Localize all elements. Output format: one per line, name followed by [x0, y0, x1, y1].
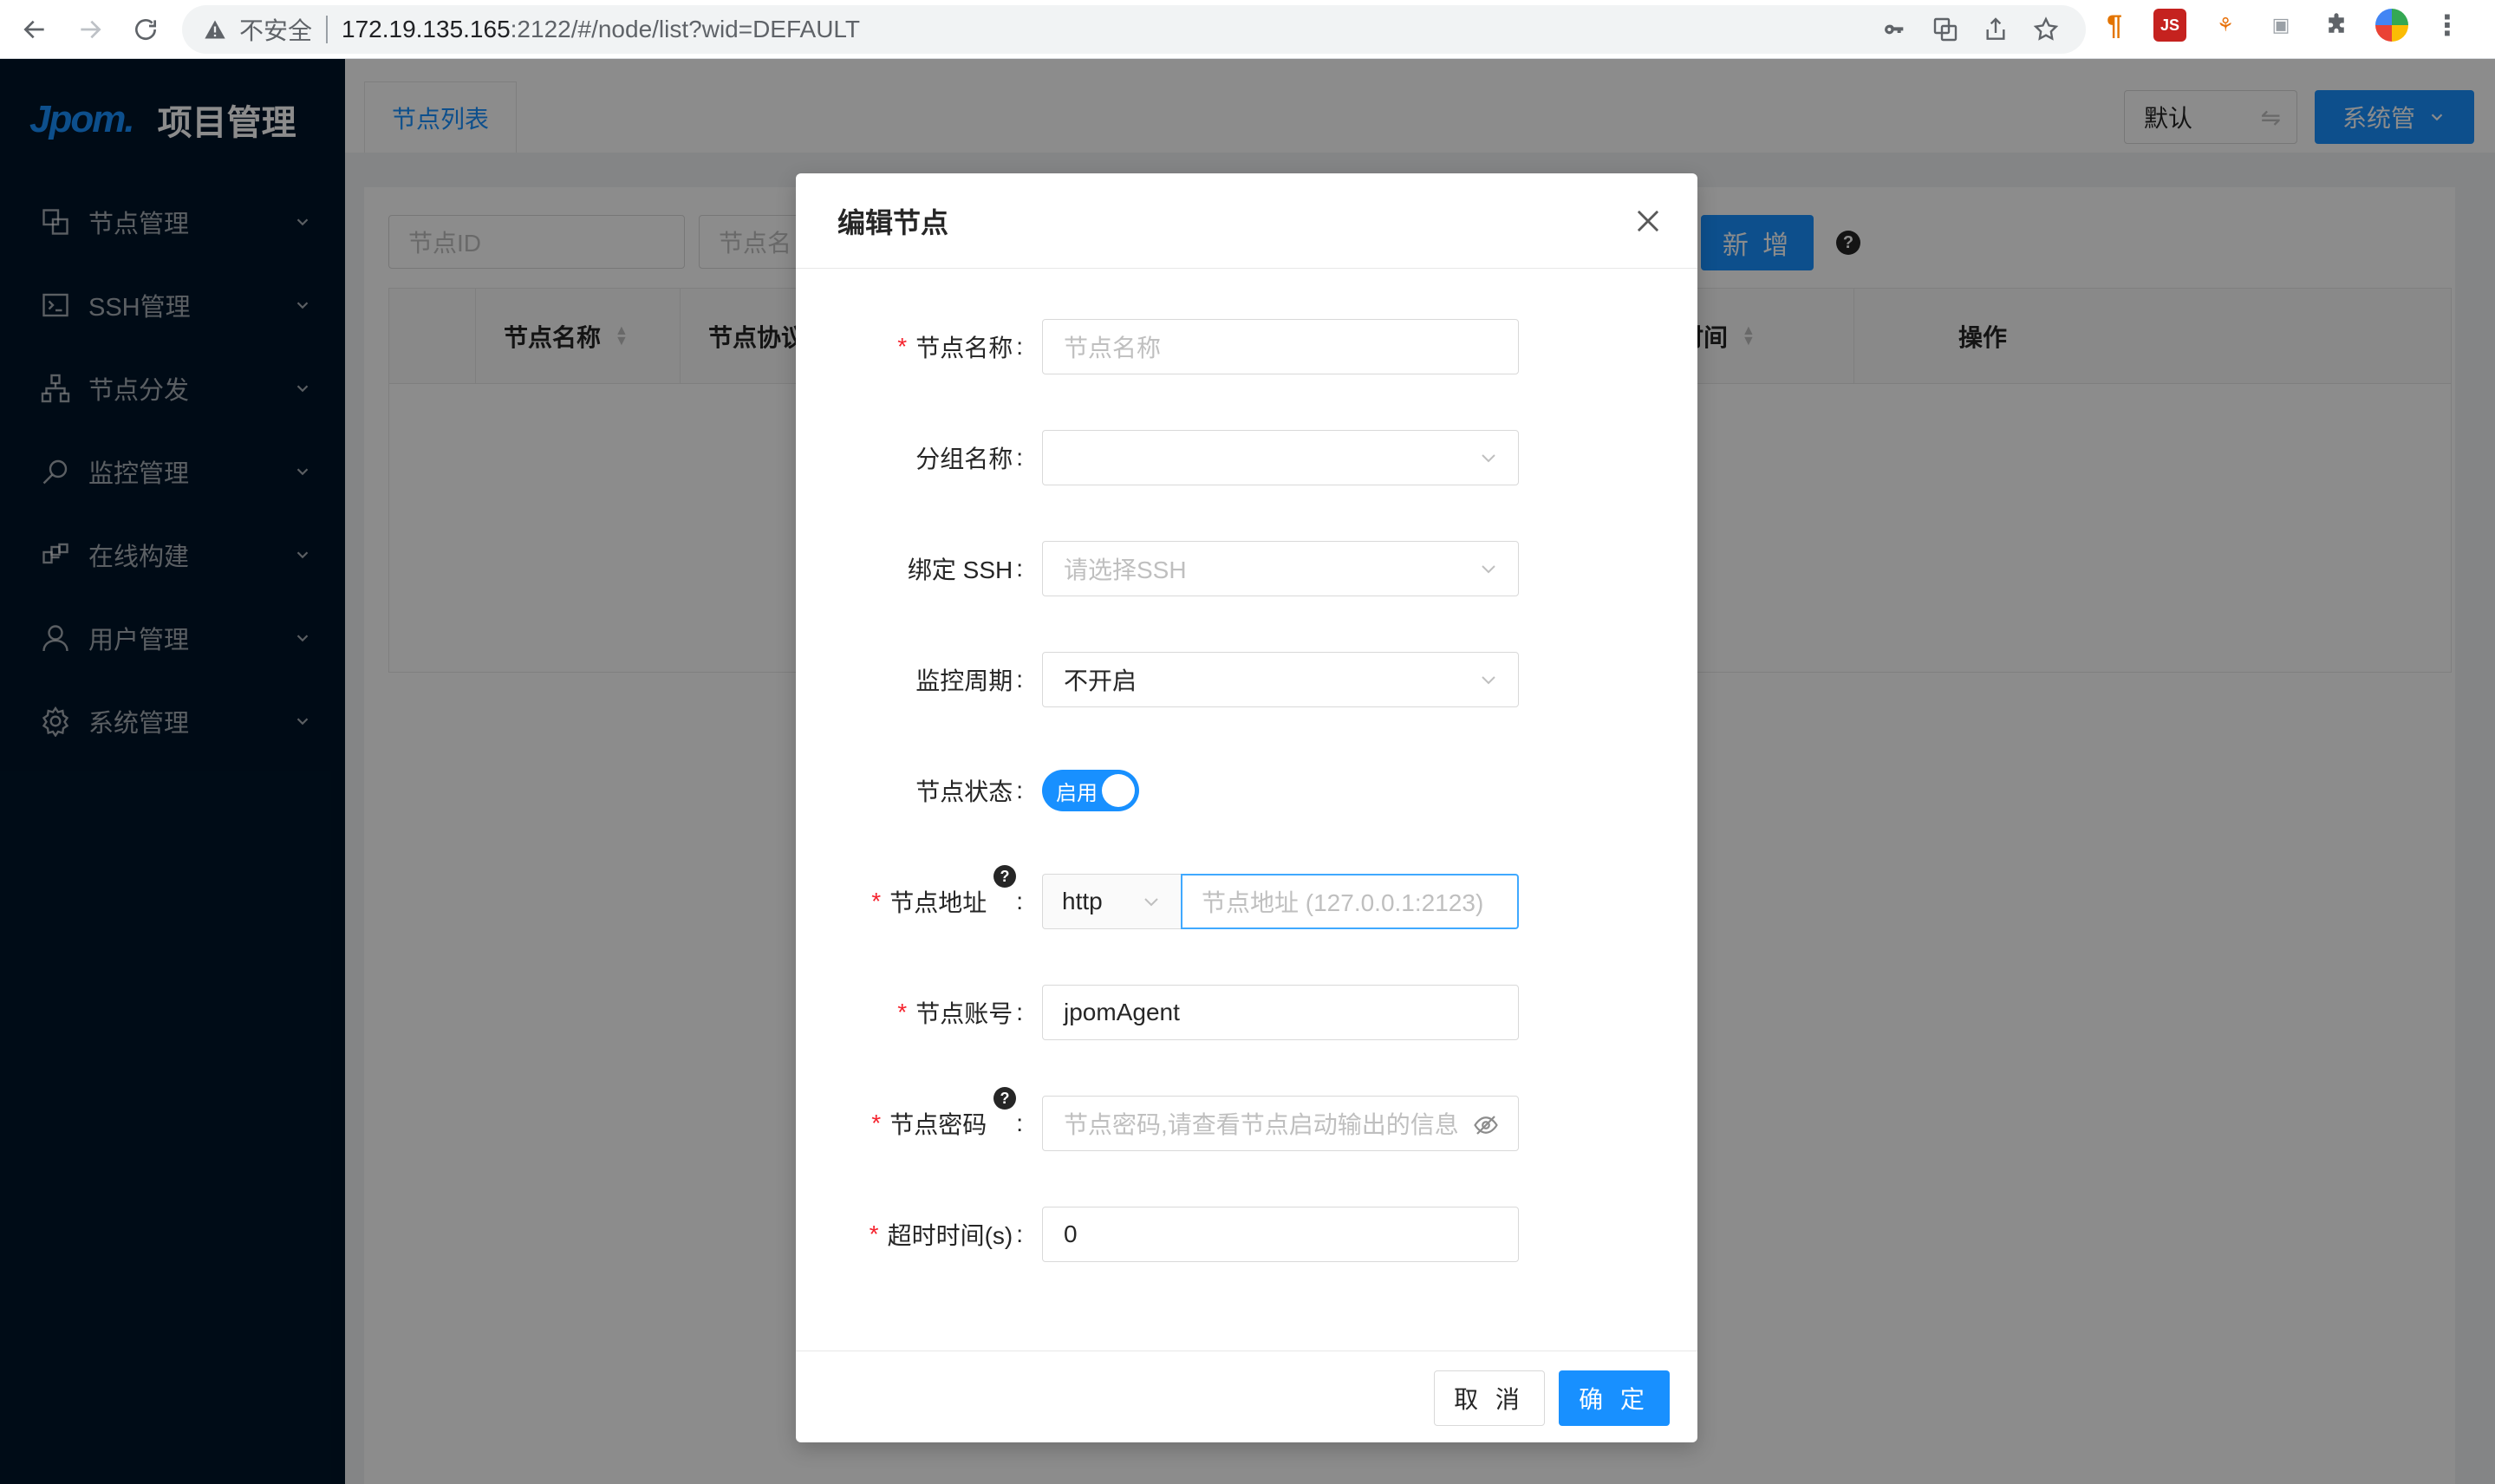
form-row-group: 分组名称 : [796, 430, 1697, 485]
modal-title: 编辑节点 [837, 206, 949, 238]
node-address-input[interactable]: 节点地址 (127.0.0.1:2123) [1181, 874, 1519, 929]
back-icon[interactable] [9, 3, 61, 55]
close-icon[interactable] [1632, 205, 1664, 238]
timeout-input[interactable]: 0 [1042, 1207, 1519, 1262]
help-icon[interactable]: ? [993, 865, 1016, 888]
form-row-ssh: 绑定 SSH : 请选择SSH [796, 541, 1697, 596]
label-colon: : [1016, 555, 1023, 582]
label-text: 分组名称 [915, 446, 1013, 472]
required-mark: * [871, 888, 882, 914]
required-mark: * [897, 999, 908, 1025]
profile-avatar[interactable] [2375, 9, 2408, 42]
label-colon: : [1016, 333, 1023, 360]
required-mark: * [869, 1220, 879, 1247]
form-row-password: * 节点密码 : ? 节点密码,请查看节点启动输出的信息 [796, 1087, 1697, 1151]
chevron-down-icon [1144, 898, 1158, 907]
label-text: 超时时间(s) [887, 1222, 1013, 1249]
label-colon: : [1016, 666, 1023, 693]
status-toggle[interactable]: 启用 [1042, 770, 1139, 811]
browser-toolbar: 不安全 172.19.135.165 :2122/#/node/list?wid… [0, 0, 2495, 59]
form-label: 监控周期 : [915, 652, 1023, 707]
ssh-placeholder: 请选择SSH [1064, 556, 1187, 583]
chevron-down-icon [1482, 676, 1495, 685]
url-host: 172.19.135.165 [342, 16, 511, 42]
js-ext-icon[interactable]: JS [2153, 9, 2186, 42]
label-text: 节点状态 [915, 778, 1013, 805]
chevron-down-icon [1482, 565, 1495, 574]
label-colon: : [1016, 999, 1023, 1025]
ssh-select[interactable]: 请选择SSH [1042, 541, 1519, 596]
required-mark: * [871, 1110, 882, 1136]
toggle-knob [1102, 774, 1135, 807]
form-label: * 节点账号 : [897, 985, 1023, 1040]
warning-icon [205, 20, 225, 39]
cycle-value: 不开启 [1064, 667, 1137, 694]
modal-header: 编辑节点 [796, 173, 1697, 269]
form-row-name: * 节点名称 : 节点名称 [796, 319, 1697, 374]
cancel-button[interactable]: 取 消 [1434, 1370, 1545, 1426]
label-text: 节点地址 [889, 889, 987, 916]
reload-icon[interactable] [120, 3, 172, 55]
label-colon: : [1016, 888, 1023, 914]
form-label: 绑定 SSH : [908, 541, 1023, 596]
divider [326, 16, 329, 43]
star-icon[interactable] [2032, 16, 2060, 43]
edit-node-modal: 编辑节点 * 节点名称 : 节点名称 分组名称 : 绑定 SSH : 请选择SS… [796, 173, 1697, 1442]
form-row-address: * 节点地址 : ? http 节点地址 (127.0.0.1:2123) [796, 865, 1697, 929]
more-icon[interactable]: ⋮ [2431, 9, 2464, 42]
label-colon: : [1016, 1110, 1023, 1136]
form-label: 分组名称 : [915, 430, 1023, 485]
monitor-cycle-select[interactable]: 不开启 [1042, 652, 1519, 707]
required-mark: * [897, 333, 908, 360]
form-label: * 超时时间(s) : [870, 1207, 1023, 1262]
label-colon: : [1016, 777, 1023, 804]
form-row-account: * 节点账号 : jpomAgent [796, 985, 1697, 1040]
tree-ext-icon[interactable]: ⚘ [2209, 9, 2242, 42]
extensions-area: ¶ JS ⚘ ▣ ⋮ [2098, 9, 2464, 42]
label-text: 监控周期 [915, 667, 1013, 694]
label-text: 节点账号 [915, 1000, 1013, 1027]
key-icon[interactable] [1881, 16, 1909, 43]
protocol-value: http [1062, 888, 1103, 914]
paragraph-ext-icon[interactable]: ¶ [2098, 9, 2131, 42]
group-select[interactable] [1042, 430, 1519, 485]
label-text: 绑定 SSH [907, 556, 1013, 583]
node-account-input[interactable]: jpomAgent [1042, 985, 1519, 1040]
password-placeholder: 节点密码,请查看节点启动输出的信息 [1064, 1111, 1459, 1138]
box-ext-icon[interactable]: ▣ [2264, 9, 2297, 42]
protocol-select[interactable]: http [1042, 874, 1181, 929]
form-row-cycle: 监控周期 : 不开启 [796, 652, 1697, 707]
puzzle-icon[interactable] [2320, 9, 2353, 42]
chevron-down-icon [1482, 454, 1495, 463]
label-colon: : [1016, 1220, 1023, 1247]
form-label: * 节点名称 : [897, 319, 1023, 374]
help-icon[interactable]: ? [993, 1087, 1016, 1110]
address-bar[interactable]: 不安全 172.19.135.165 :2122/#/node/list?wid… [182, 5, 2086, 54]
share-icon[interactable] [1982, 16, 2010, 43]
label-colon: : [1016, 444, 1023, 471]
label-text: 节点名称 [915, 335, 1013, 361]
eye-invisible-icon[interactable] [1473, 1112, 1499, 1138]
form-row-timeout: * 超时时间(s) : 0 [796, 1207, 1697, 1262]
form-label: 节点状态 : [915, 763, 1023, 818]
form-row-status: 节点状态 : 启用 [796, 763, 1697, 818]
insecure-label: 不安全 [239, 17, 313, 44]
node-name-input[interactable]: 节点名称 [1042, 319, 1519, 374]
confirm-button[interactable]: 确 定 [1559, 1370, 1670, 1426]
toggle-label: 启用 [1056, 781, 1098, 805]
modal-footer: 取 消 确 定 [796, 1351, 1697, 1442]
url-path: :2122/#/node/list?wid=DEFAULT [510, 16, 861, 42]
node-password-input[interactable]: 节点密码,请查看节点启动输出的信息 [1042, 1096, 1519, 1151]
translate-icon[interactable] [1932, 16, 1959, 43]
forward-icon[interactable] [64, 3, 116, 55]
label-text: 节点密码 [889, 1111, 987, 1138]
